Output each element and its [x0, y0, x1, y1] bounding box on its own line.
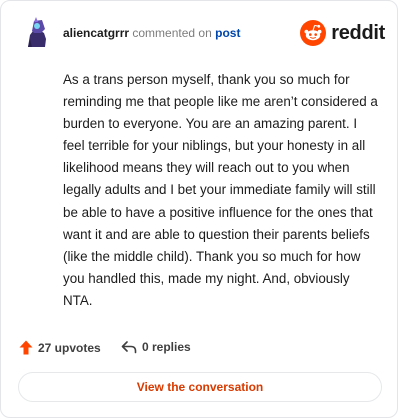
embedded-comment-card: aliencatgrrr commented on post reddit As… [0, 0, 398, 418]
reddit-logo[interactable]: reddit [300, 19, 385, 47]
username-link[interactable]: aliencatgrrr [63, 26, 129, 40]
view-conversation-button[interactable]: View the conversation [18, 372, 382, 402]
comment-body: As a trans person myself, thank you so m… [63, 72, 378, 308]
reply-arrow-icon [121, 341, 137, 354]
user-avatar[interactable] [19, 15, 53, 49]
reddit-snoo-icon [300, 20, 327, 46]
post-link[interactable]: post [215, 26, 240, 40]
upvote-arrow-icon [19, 340, 33, 355]
upvotes-count: 27 upvotes [38, 340, 101, 355]
comment-footer: 27 upvotes 0 replies [19, 338, 383, 360]
byline: aliencatgrrr commented on post [63, 26, 240, 40]
comment-header: aliencatgrrr commented on post reddit [17, 15, 385, 51]
upvotes-stat[interactable]: 27 upvotes [19, 340, 101, 355]
replies-count: 0 replies [142, 340, 191, 354]
replies-stat[interactable]: 0 replies [121, 340, 191, 354]
byline-action: commented on [132, 26, 212, 40]
reddit-wordmark: reddit [331, 21, 385, 44]
